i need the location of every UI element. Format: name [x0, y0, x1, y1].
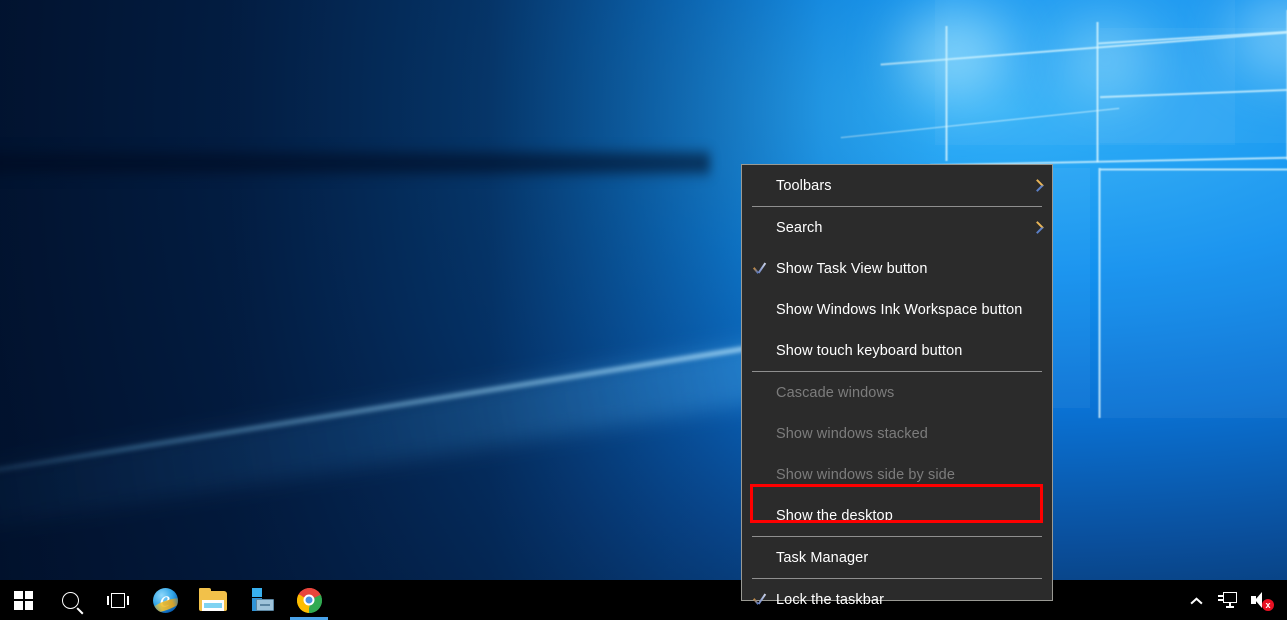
menu-item-lock-the-taskbar[interactable]: Lock the taskbar [742, 579, 1052, 620]
desktop-wallpaper[interactable] [0, 0, 1287, 620]
wallpaper-dark-band [0, 146, 710, 180]
menu-item-label: Show windows stacked [776, 425, 928, 442]
search-icon [62, 591, 79, 609]
chevron-right-icon [1022, 179, 1052, 192]
task-view-icon [106, 592, 129, 609]
taskbar-item-microsoft-store[interactable] [237, 580, 285, 620]
show-hidden-icons-button[interactable] [1181, 580, 1211, 620]
menu-item-label: Show Windows Ink Workspace button [776, 301, 1023, 318]
menu-item-cascade-windows: Cascade windows [742, 372, 1052, 413]
speaker-muted-icon: x [1251, 591, 1274, 611]
taskbar-pinned-area [0, 580, 333, 620]
taskbar-context-menu[interactable]: Toolbars Search Show Task View button Sh… [741, 164, 1053, 608]
folder-icon [199, 587, 227, 611]
menu-item-toolbars[interactable]: Toolbars [742, 165, 1052, 206]
menu-item-show-windows-ink-workspace-button[interactable]: Show Windows Ink Workspace button [742, 289, 1052, 330]
menu-item-label: Toolbars [776, 177, 832, 194]
menu-item-label: Search [776, 219, 823, 236]
menu-item-show-windows-stacked: Show windows stacked [742, 413, 1052, 454]
wallpaper-left-shadow [0, 0, 1287, 620]
menu-item-task-manager[interactable]: Task Manager [742, 537, 1052, 578]
volume-button[interactable]: x [1245, 580, 1279, 620]
menu-item-label: Cascade windows [776, 384, 895, 401]
menu-item-show-windows-side-by-side: Show windows side by side [742, 454, 1052, 495]
chrome-icon [296, 587, 322, 613]
store-icon [249, 588, 274, 612]
internet-explorer-icon [152, 587, 178, 613]
menu-item-label: Show touch keyboard button [776, 342, 963, 359]
menu-item-show-the-desktop[interactable]: Show the desktop [742, 495, 1052, 536]
menu-item-label: Show the desktop [776, 507, 893, 524]
menu-item-label: Task Manager [776, 549, 869, 566]
start-button[interactable] [0, 580, 47, 620]
network-button[interactable] [1211, 580, 1245, 620]
taskbar-search-button[interactable] [47, 580, 94, 620]
taskbar-item-google-chrome[interactable] [285, 580, 333, 620]
taskbar-item-internet-explorer[interactable] [141, 580, 189, 620]
network-icon [1218, 592, 1238, 608]
menu-item-label: Show Task View button [776, 260, 928, 277]
windows-logo-icon [14, 590, 33, 610]
desktop-screen: Toolbars Search Show Task View button Sh… [0, 0, 1287, 620]
chevron-up-icon [1191, 595, 1202, 606]
chevron-right-icon [1022, 221, 1052, 234]
taskbar-item-file-explorer[interactable] [189, 580, 237, 620]
menu-item-search[interactable]: Search [742, 207, 1052, 248]
volume-error-badge: x [1262, 599, 1274, 611]
menu-item-label: Lock the taskbar [776, 591, 884, 608]
windows-taskbar[interactable]: x [0, 580, 1287, 620]
menu-item-label: Show windows side by side [776, 466, 956, 483]
menu-item-show-touch-keyboard-button[interactable]: Show touch keyboard button [742, 330, 1052, 371]
menu-item-show-task-view-button[interactable]: Show Task View button [742, 248, 1052, 289]
task-view-button[interactable] [94, 580, 141, 620]
checkmark-icon [742, 594, 776, 605]
checkmark-icon [742, 263, 776, 274]
system-tray: x [1181, 580, 1287, 620]
